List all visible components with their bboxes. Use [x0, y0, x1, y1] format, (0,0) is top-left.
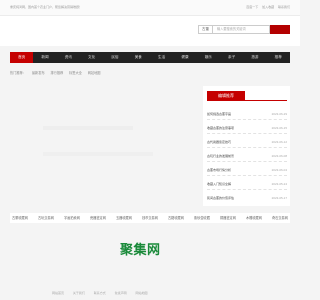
sidebar-title-underline [207, 100, 287, 101]
nav-item[interactable]: 首页 [10, 52, 34, 63]
sidebar-item-date: 2023-06-12 [271, 140, 287, 144]
nav-item[interactable]: 旅游 [243, 52, 266, 63]
divider [207, 119, 287, 120]
divider [207, 161, 287, 162]
sidebar: 如何挑选古董字画 2023-06-29 收藏古董的注意事项 2023-06-15 古… [203, 86, 290, 206]
main-caption-placeholder [43, 126, 133, 130]
nav-item[interactable]: 文化 [80, 52, 103, 63]
top-link[interactable]: 加入收藏 [262, 5, 274, 9]
footer-links: 网站首页 关于我们 联系方式 免责声明 网站地图 [52, 291, 155, 295]
top-link[interactable]: 百度一下 [246, 5, 258, 9]
sub-nav-item[interactable]: 标签大全 [69, 71, 82, 75]
nav-item[interactable]: 新闻 [33, 52, 56, 63]
search-button[interactable] [270, 25, 290, 34]
footer-link[interactable]: 联系方式 [94, 291, 106, 295]
sidebar-item-date: 2023-05-24 [271, 182, 287, 186]
sidebar-item-title[interactable]: 古玩行业的发展前景 [207, 154, 234, 158]
footer-link[interactable]: 网站地图 [135, 291, 147, 295]
sidebar-item-title[interactable]: 收藏古董的注意事项 [207, 126, 234, 130]
sidebar-item-title[interactable]: 如何挑选古董字画 [207, 112, 231, 116]
divider [207, 175, 287, 176]
footer-link[interactable]: 关于我们 [73, 291, 85, 295]
nav-item[interactable]: 生活 [150, 52, 173, 63]
sidebar-item-title[interactable]: 古董市场行情分析 [207, 168, 231, 172]
nav-item[interactable]: 推荐 [267, 52, 290, 63]
sidebar-item-title[interactable]: 古代瓷器鉴定技巧 [207, 140, 231, 144]
friend-link[interactable]: 玉器收藏网 [116, 213, 132, 223]
nav-item[interactable]: 亲子 [220, 52, 243, 63]
friend-link[interactable]: 瓷器鉴定网 [90, 213, 106, 223]
friend-link[interactable]: 古董收藏网 [12, 213, 28, 223]
main-content-area [10, 86, 196, 206]
friend-link[interactable]: 钱币交易网 [142, 213, 158, 223]
friend-link[interactable]: 字画拍卖网 [64, 213, 80, 223]
sub-nav-item[interactable]: 最新发布 [32, 71, 45, 75]
friend-links: 古董收藏网 古玩交易网 字画拍卖网 瓷器鉴定网 玉器收藏网 钱币交易网 古籍收藏… [10, 213, 290, 223]
sidebar-item-date: 2023-06-04 [271, 168, 287, 172]
sidebar-item-date: 2023-05-17 [271, 196, 287, 200]
main-subcaption-placeholder [43, 152, 153, 156]
sidebar-item-date: 2023-06-15 [271, 126, 287, 130]
footer-link[interactable]: 免责声明 [115, 291, 127, 295]
friend-link[interactable]: 木雕收藏网 [246, 213, 262, 223]
sidebar-item-title[interactable]: 民间古董的价值评估 [207, 196, 234, 200]
search-category-label[interactable]: 古董 [198, 25, 212, 34]
divider [207, 147, 287, 148]
friend-link[interactable]: 铜器鉴定网 [220, 213, 236, 223]
friend-link[interactable]: 古籍收藏网 [168, 213, 184, 223]
search-input[interactable]: 输入要搜索的关键词 [212, 25, 270, 34]
sidebar-item-date: 2023-06-08 [271, 154, 287, 158]
nav-item[interactable]: 民俗 [103, 52, 126, 63]
divider [207, 133, 287, 134]
sub-nav-item[interactable]: 网站地图 [88, 71, 101, 75]
friend-link[interactable]: 奇石交易网 [272, 213, 288, 223]
nav-item[interactable]: 资讯 [57, 52, 80, 63]
top-bar: 重庆纯鸿网，国内首个农业门户，帮您解决营销难题！ 百度一下 加入收藏 联系我们 [0, 0, 300, 16]
nav-item[interactable]: 美食 [127, 52, 150, 63]
nav-item[interactable]: 健康 [173, 52, 196, 63]
sidebar-item-date: 2023-06-29 [271, 112, 287, 116]
friend-link[interactable]: 紫砂壶收藏 [194, 213, 210, 223]
friend-link[interactable]: 古玩交易网 [38, 213, 54, 223]
nav-item[interactable]: 娱乐 [197, 52, 220, 63]
divider [207, 189, 287, 190]
top-link[interactable]: 联系我们 [278, 5, 290, 9]
sub-nav-item[interactable]: 排行推荐 [50, 71, 63, 75]
welcome-text: 重庆纯鸿网，国内首个农业门户，帮您解决营销难题！ [10, 5, 83, 9]
top-links: 百度一下 加入收藏 联系我们 [243, 5, 290, 9]
sub-nav-item: 热门推荐： [10, 71, 26, 75]
sub-nav: 热门推荐： 最新发布 排行推荐 标签大全 网站地图 [10, 70, 106, 75]
sidebar-item-title[interactable]: 收藏入门知识全解 [207, 182, 231, 186]
footer-link[interactable]: 网站首页 [52, 291, 64, 295]
main-nav: 首页 新闻 资讯 文化 民俗 美食 生活 健康 娱乐 亲子 旅游 推荐 [10, 52, 290, 63]
site-logo[interactable]: 聚集网 [120, 239, 161, 258]
